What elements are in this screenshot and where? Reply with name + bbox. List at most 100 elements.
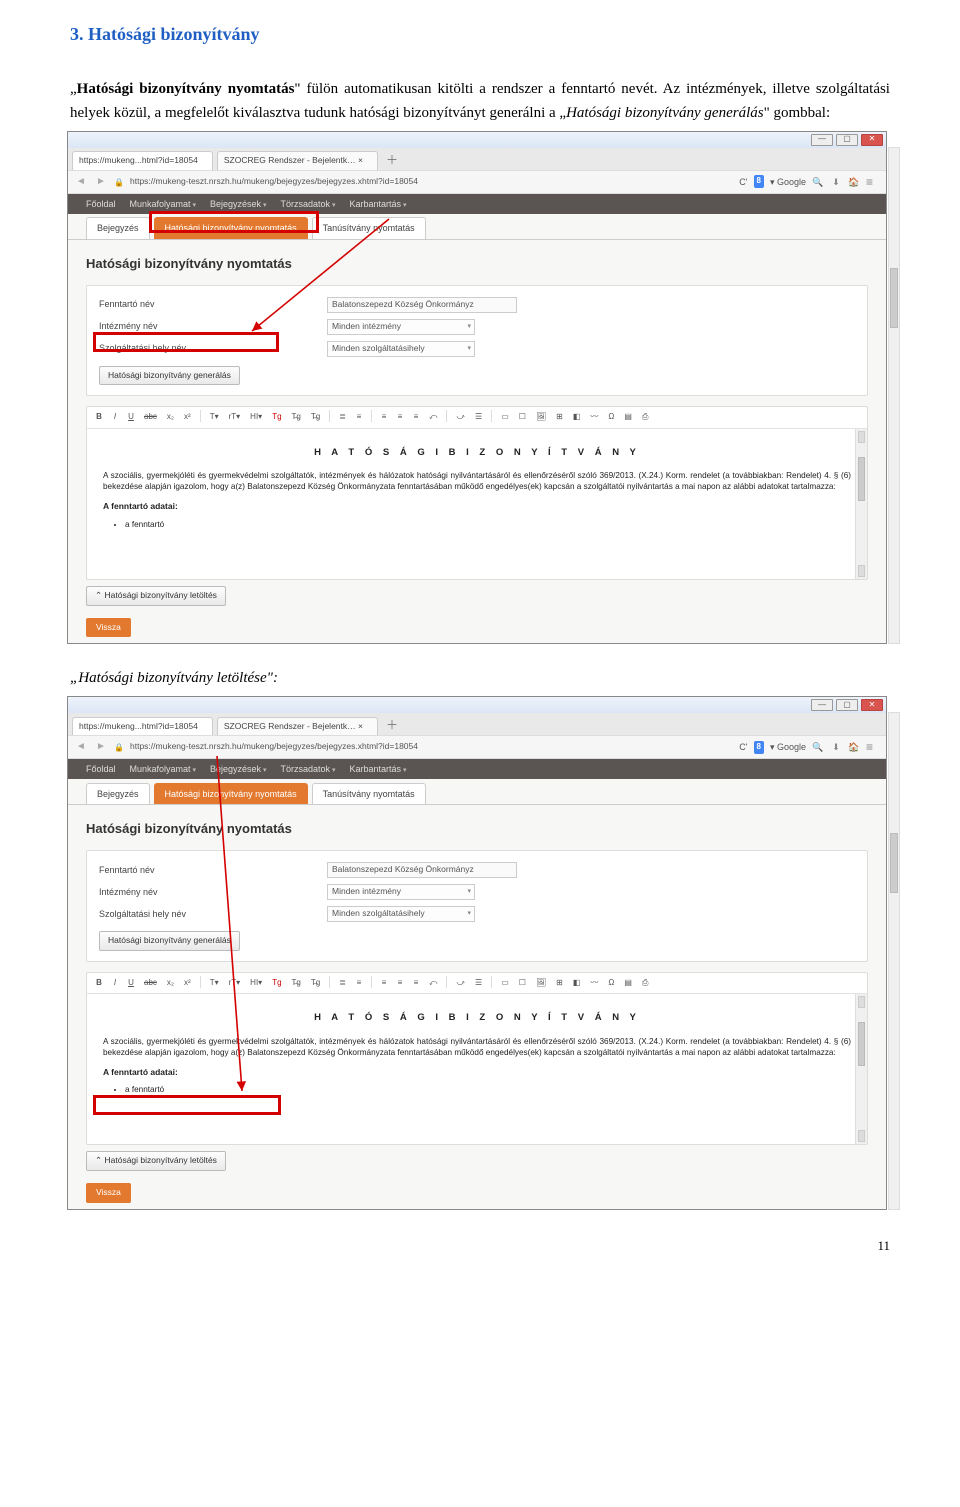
tb-color-2[interactable]: Tg — [269, 976, 284, 991]
subtab-hatosagi[interactable]: Hatósági bizonyítvány nyomtatás — [154, 217, 308, 238]
nav-munkafolyamat-2[interactable]: Munkafolyamat — [130, 762, 197, 776]
tb-ext1[interactable]: ⊞ — [553, 410, 566, 425]
select-intezmeny-2[interactable]: Minden intézmény — [327, 884, 475, 900]
tb-list-ol[interactable]: ≣ — [336, 410, 349, 425]
tb-undo[interactable]: ⤻ — [453, 410, 468, 425]
page-scroll-thumb-1[interactable] — [890, 268, 898, 328]
editor-document[interactable]: H A T Ó S Á G I B I Z O N Y Í T V Á N Y … — [87, 429, 867, 579]
tb-omega[interactable]: ▤ — [621, 410, 635, 425]
search-engine-label-2[interactable]: ▾ Google — [770, 740, 806, 754]
input-fenntarto[interactable]: Balatonszepezd Község Önkormányz — [327, 297, 517, 313]
back-button-2[interactable]: Vissza — [86, 1183, 131, 1203]
generate-button[interactable]: Hatósági bizonyítvány generálás — [99, 366, 240, 386]
tb-image-2[interactable]: ☐ — [516, 976, 529, 991]
tb-src[interactable]: ⎙ — [639, 410, 651, 425]
tb-ext2[interactable]: ◧ — [570, 410, 584, 425]
window-close-button[interactable]: ✕ — [861, 134, 883, 146]
nav-karbantartas[interactable]: Karbantartás — [350, 197, 407, 211]
tb-list-ol-2[interactable]: ≣ — [336, 976, 349, 991]
page-scrollbar-1[interactable] — [888, 147, 900, 644]
tb-print-2[interactable] — [655, 976, 667, 991]
tb-list-ul-2[interactable]: ≡ — [353, 976, 365, 991]
page-scrollbar-2[interactable] — [888, 712, 900, 1209]
tb-hr-2[interactable]: Ω — [605, 976, 617, 991]
tb-redo[interactable]: ☰ — [472, 410, 485, 425]
editor-scrollbar[interactable] — [855, 429, 867, 579]
select-szolg[interactable]: Minden szolgáltatásihely — [327, 341, 475, 357]
tb-link-2[interactable]: 🖼 — [533, 976, 549, 991]
window-maximize-button-2[interactable]: ▢ — [836, 699, 858, 711]
tb-clear-2[interactable]: T̶g — [308, 976, 323, 991]
subtab-hatosagi-2[interactable]: Hatósági bizonyítvány nyomtatás — [154, 783, 308, 804]
subtab-tanusitvany-2[interactable]: Tanúsítvány nyomtatás — [312, 783, 426, 804]
window-maximize-button[interactable]: ▢ — [836, 134, 858, 146]
tb-color[interactable]: Tg — [269, 410, 284, 425]
tb-underline[interactable]: U — [125, 410, 137, 425]
tb-sup[interactable]: x² — [181, 410, 194, 425]
download-icon[interactable]: ⬇ — [830, 176, 842, 188]
editor-scrollbar-2[interactable] — [855, 994, 867, 1144]
browser-tab-2b[interactable]: SZOCREG Rendszer - Bejelentk… × — [217, 717, 378, 736]
tb-align-j[interactable]: ⤺ — [426, 410, 441, 425]
select-szolg-2[interactable]: Minden szolgáltatásihely — [327, 906, 475, 922]
browser-tab-1b[interactable]: https://mukeng...html?id=18054 — [72, 717, 213, 736]
nav-bejegyzesek-2[interactable]: Bejegyzések — [210, 762, 267, 776]
tb-ext1-2[interactable]: ⊞ — [553, 976, 566, 991]
nav-fooldal-2[interactable]: Főoldal — [86, 762, 116, 776]
nav-torzsadatok-2[interactable]: Törzsadatok — [281, 762, 336, 776]
browser-forward-button-2[interactable]: ► — [94, 740, 108, 754]
generate-button-2[interactable]: Hatósági bizonyítvány generálás — [99, 931, 240, 951]
tb-align-r[interactable]: ≡ — [410, 410, 422, 425]
home-icon-2[interactable]: 🏠 — [848, 741, 860, 753]
tb-bold-2[interactable]: B — [93, 976, 105, 991]
tb-bold[interactable]: B — [93, 410, 105, 425]
tb-hr[interactable]: Ω — [605, 410, 617, 425]
tb-format[interactable]: HI▾ — [247, 410, 265, 425]
tb-sub-2[interactable]: x₂ — [164, 976, 177, 991]
subtab-bejegyzes-2[interactable]: Bejegyzés — [86, 783, 150, 804]
tb-align-r-2[interactable]: ≡ — [410, 976, 422, 991]
tb-src-2[interactable]: ⎙ — [639, 976, 651, 991]
back-button[interactable]: Vissza — [86, 618, 131, 638]
nav-torzsadatok[interactable]: Törzsadatok — [281, 197, 336, 211]
tb-font-2[interactable]: T▾ — [207, 976, 222, 991]
tb-align-l[interactable]: ≡ — [378, 410, 390, 425]
tb-bg-2[interactable]: T̶g — [289, 976, 304, 991]
tb-italic[interactable]: I — [109, 410, 121, 425]
tb-clear[interactable]: T̶g — [308, 410, 323, 425]
subtab-tanusitvany[interactable]: Tanúsítvány nyomtatás — [312, 217, 426, 238]
editor-scroll-thumb-2[interactable] — [858, 1022, 865, 1066]
browser-tab-1[interactable]: https://mukeng...html?id=18054 — [72, 151, 213, 170]
home-icon[interactable]: 🏠 — [848, 176, 860, 188]
tb-image[interactable]: ☐ — [516, 410, 529, 425]
tb-italic-2[interactable]: I — [109, 976, 121, 991]
tb-format-2[interactable]: HI▾ — [247, 976, 265, 991]
tb-underline-2[interactable]: U — [125, 976, 137, 991]
tb-print[interactable] — [655, 410, 667, 425]
browser-new-tab-button-2[interactable]: ＋ — [382, 716, 402, 735]
search-icon[interactable]: 🔍 — [812, 176, 824, 188]
window-minimize-button[interactable]: — — [811, 134, 833, 146]
tb-align-j-2[interactable]: ⤺ — [426, 976, 441, 991]
tb-bg[interactable]: T̶g — [289, 410, 304, 425]
tb-font[interactable]: T▾ — [207, 410, 222, 425]
editor-scroll-thumb[interactable] — [858, 457, 865, 501]
tb-table-2[interactable]: ▭ — [498, 976, 512, 991]
tb-table[interactable]: ▭ — [498, 410, 512, 425]
tb-undo-2[interactable]: ⤻ — [453, 976, 468, 991]
hamburger-menu-icon-2[interactable] — [866, 741, 880, 753]
tb-size[interactable]: rT▾ — [226, 410, 244, 425]
window-close-button-2[interactable]: ✕ — [861, 699, 883, 711]
tb-sup-2[interactable]: x² — [181, 976, 194, 991]
download-icon-2[interactable]: ⬇ — [830, 741, 842, 753]
hamburger-menu-icon[interactable] — [866, 176, 880, 188]
nav-munkafolyamat[interactable]: Munkafolyamat — [130, 197, 197, 211]
page-scroll-thumb-2[interactable] — [890, 833, 898, 893]
browser-back-button[interactable]: ◄ — [74, 175, 88, 189]
tb-align-c-2[interactable]: ≡ — [394, 976, 406, 991]
tb-ext2-2[interactable]: ◧ — [570, 976, 584, 991]
nav-fooldal[interactable]: Főoldal — [86, 197, 116, 211]
tb-ext3[interactable]: 〰 — [587, 410, 601, 425]
nav-karbantartas-2[interactable]: Karbantartás — [350, 762, 407, 776]
browser-back-button-2[interactable]: ◄ — [74, 740, 88, 754]
